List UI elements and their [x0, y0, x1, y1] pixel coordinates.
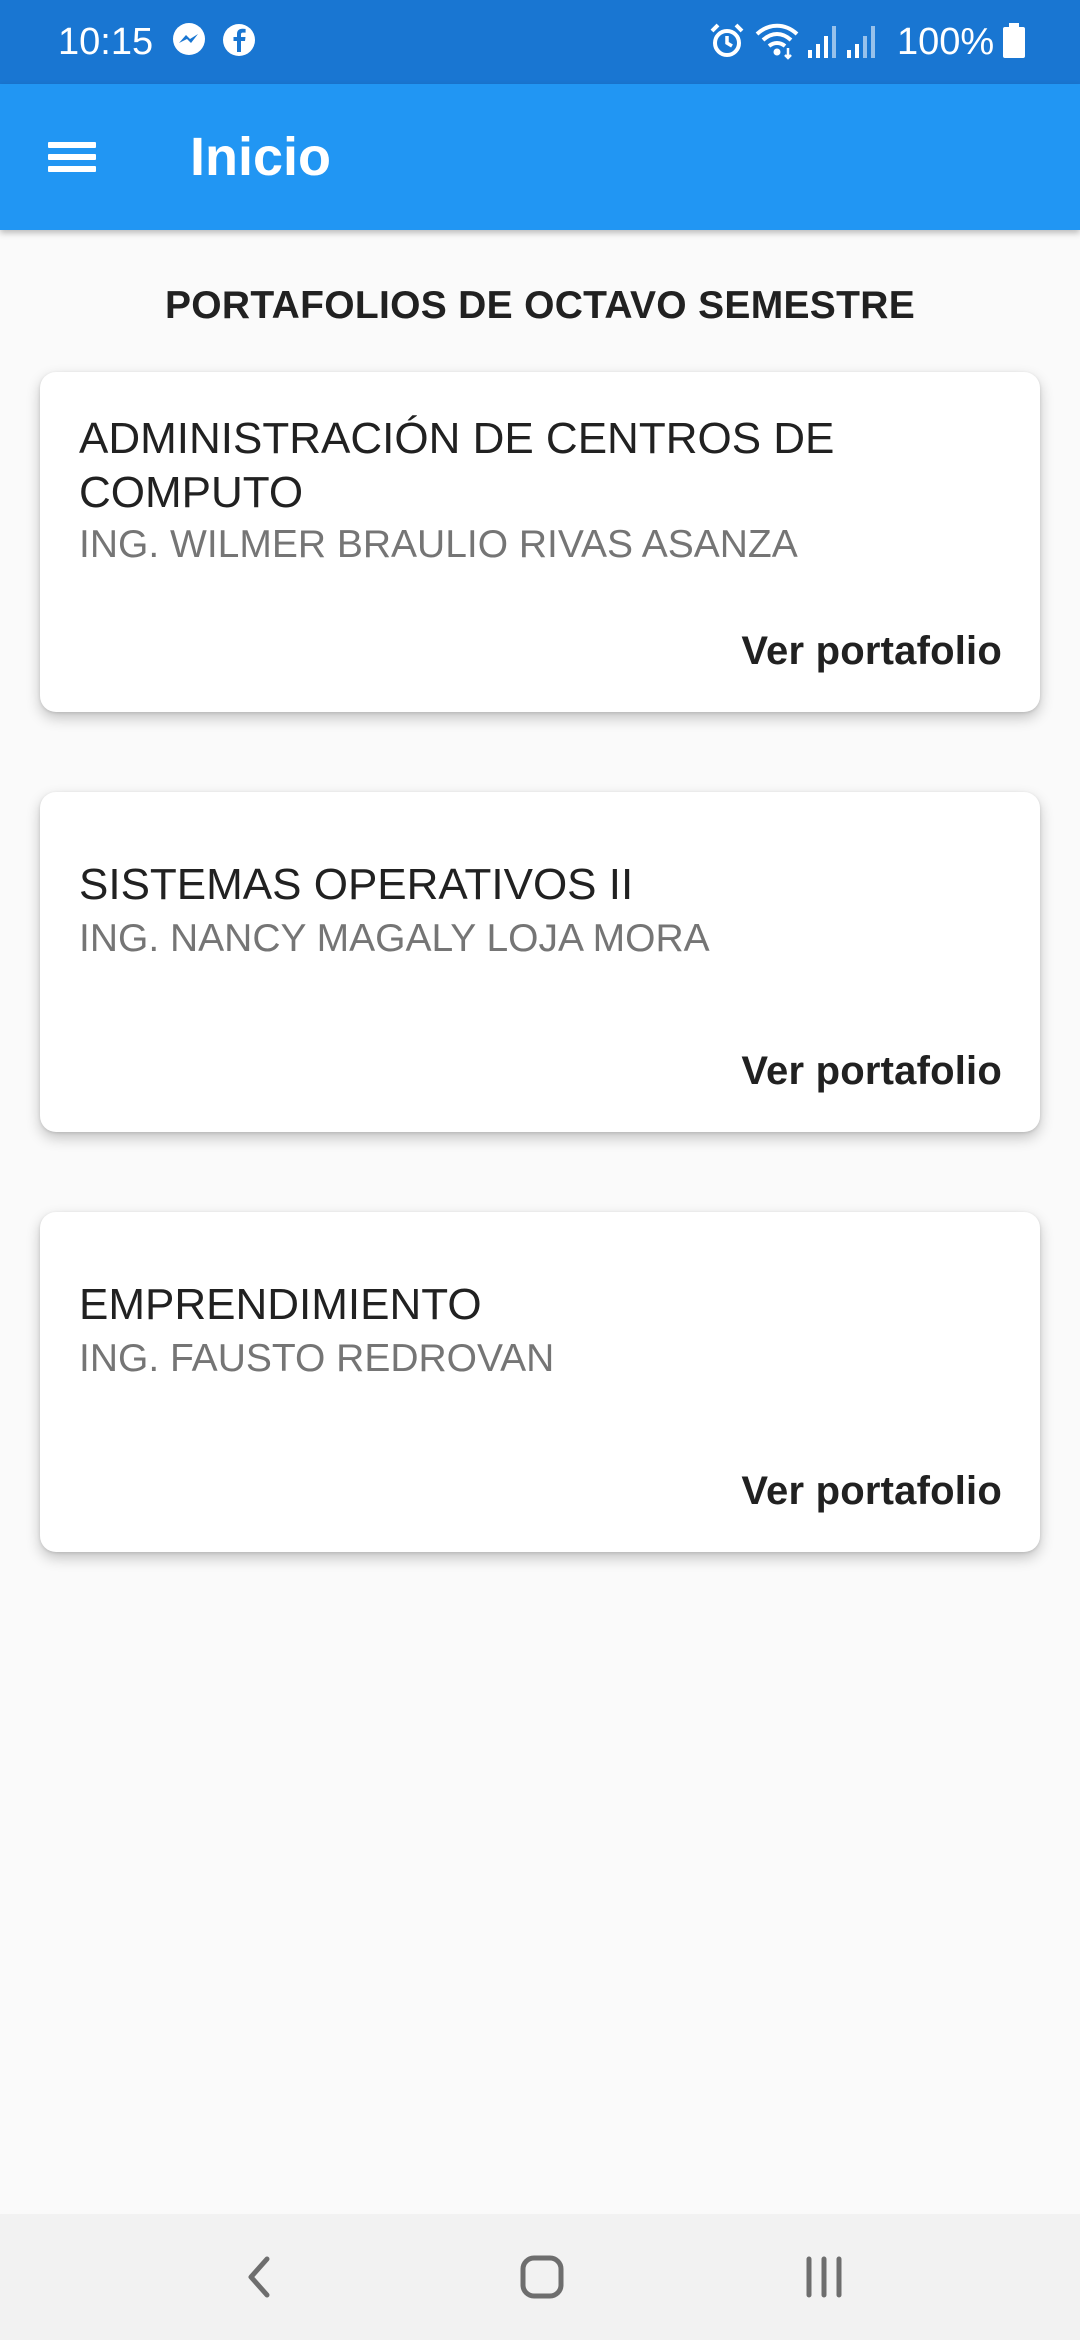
portfolio-card-sistemas-operativos: SISTEMAS OPERATIVOS II ING. NANCY MAGALY…: [40, 792, 1040, 1132]
messenger-icon: [171, 22, 207, 63]
teacher-name: ING. NANCY MAGALY LOJA MORA: [79, 917, 710, 960]
course-title: SISTEMAS OPERATIVOS II: [79, 860, 634, 909]
signal-icon: [806, 22, 840, 65]
section-heading: PORTAFOLIOS DE OCTAVO SEMESTRE: [164, 284, 916, 327]
status-bar: 10:15 100%: [0, 0, 1080, 84]
view-portfolio-button[interactable]: Ver portafolio: [741, 1466, 1002, 1516]
status-time: 10:15: [58, 21, 154, 63]
portfolio-card-administracion: ADMINISTRACIÓN DE CENTROS DE COMPUTO ING…: [40, 372, 1040, 712]
system-navigation-bar: [0, 2214, 1080, 2340]
menu-button[interactable]: [30, 117, 118, 197]
signal-icon: [845, 22, 879, 65]
battery-percentage: 100%: [897, 21, 995, 63]
teacher-name: ING. WILMER BRAULIO RIVAS ASANZA: [79, 523, 798, 566]
hamburger-menu-icon: [48, 142, 96, 148]
page-title: Inicio: [190, 127, 332, 187]
recents-icon: [806, 2256, 842, 2298]
course-title: ADMINISTRACIÓN DE CENTROS DE COMPUTO: [79, 414, 835, 517]
teacher-name: ING. FAUSTO REDROVAN: [79, 1337, 555, 1380]
view-portfolio-button[interactable]: Ver portafolio: [741, 1046, 1002, 1096]
view-portfolio-button[interactable]: Ver portafolio: [741, 626, 1002, 676]
home-button[interactable]: [502, 2242, 582, 2312]
back-icon: [248, 2256, 270, 2298]
portfolio-card-emprendimiento: EMPRENDIMIENTO ING. FAUSTO REDROVAN Ver …: [40, 1212, 1040, 1552]
app-bar: Inicio: [0, 84, 1080, 230]
battery-icon: [1002, 22, 1026, 65]
wifi-icon: [755, 22, 799, 65]
recents-button[interactable]: [784, 2242, 864, 2312]
course-title: EMPRENDIMIENTO: [79, 1280, 482, 1329]
home-icon: [520, 2255, 564, 2299]
alarm-icon: [708, 22, 746, 65]
back-button[interactable]: [220, 2242, 300, 2312]
facebook-icon: [221, 22, 257, 63]
